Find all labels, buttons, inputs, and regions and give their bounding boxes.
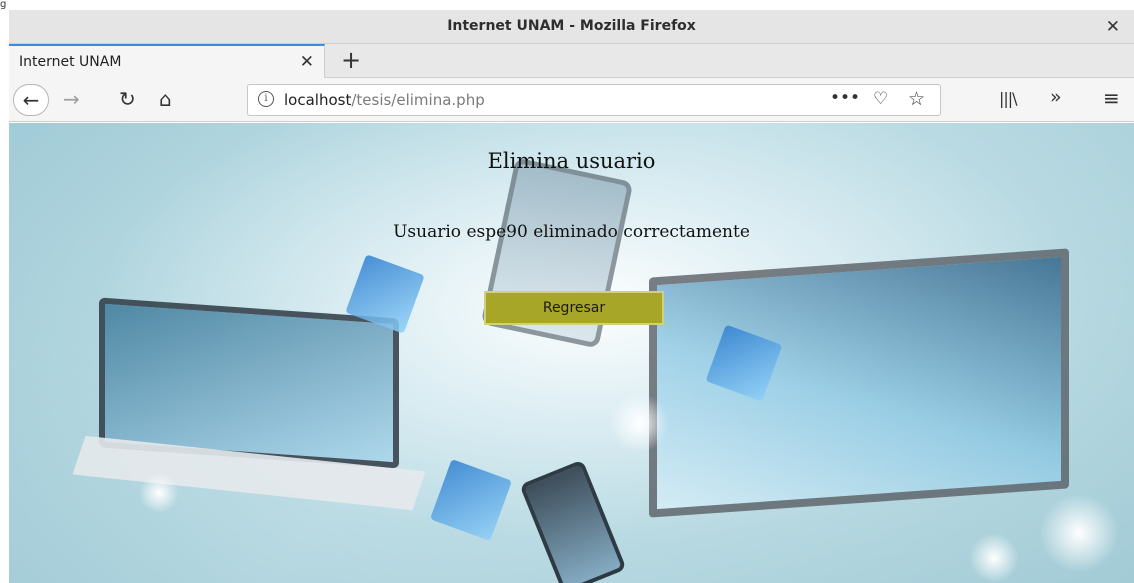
info-icon[interactable]: i [258,91,274,107]
url-host: localhost [284,91,352,109]
tab-label: Internet UNAM [19,54,122,70]
arrow-left-icon: ← [22,88,40,112]
top-strip: g [0,0,1134,10]
tab-bar: Internet UNAM ✕ + [9,44,1134,78]
forward-button[interactable]: → [63,87,80,111]
window-close-icon[interactable]: ✕ [1106,17,1120,37]
tab-close-icon[interactable]: ✕ [300,52,314,72]
url-bar[interactable]: i localhost/tesis/elimina.php ••• ♡ ☆ [247,84,941,116]
reload-icon: ↻ [119,87,136,111]
bookmark-star-icon[interactable]: ☆ [908,88,925,110]
new-tab-button[interactable]: + [341,46,361,74]
home-button[interactable]: ⌂ [159,87,172,111]
window-titlebar: Internet UNAM - Mozilla Firefox ✕ [9,10,1134,44]
regresar-button[interactable]: Regresar [484,291,664,325]
status-message: Usuario espe90 eliminado correctamente [393,222,750,242]
library-icon[interactable]: |||\ [999,89,1018,108]
navigation-toolbar: ← → ↻ ⌂ i localhost/tesis/elimina.php ••… [9,78,1134,122]
home-icon: ⌂ [159,87,172,111]
page-viewport: Elimina usuario Usuario espe90 eliminado… [9,123,1134,583]
stray-mark: g [0,0,7,10]
url-path: /tesis/elimina.php [351,91,485,109]
reload-button[interactable]: ↻ [119,87,136,111]
arrow-right-icon: → [63,87,80,111]
tab-internet-unam[interactable]: Internet UNAM ✕ [9,44,325,78]
page-title: Elimina usuario [487,149,656,173]
pocket-icon[interactable]: ♡ [873,89,888,109]
hamburger-menu-icon[interactable]: ≡ [1103,86,1120,110]
page-content: Elimina usuario Usuario espe90 eliminado… [9,123,1134,583]
page-actions-button[interactable]: ••• [830,88,860,108]
back-button[interactable]: ← [13,84,49,116]
overflow-chevron-icon[interactable]: » [1050,86,1062,108]
url-text[interactable]: localhost/tesis/elimina.php [284,91,485,109]
window-title: Internet UNAM - Mozilla Firefox [447,18,696,34]
